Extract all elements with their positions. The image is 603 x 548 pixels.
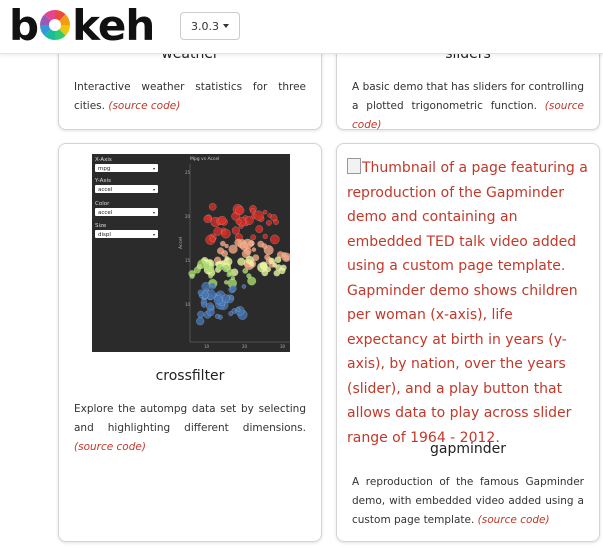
thumb-scatter-point [262,233,268,240]
gallery-card-crossfilter[interactable]: X-Axis mpg ▾ Y-Axis accel ▾ Color accel … [58,143,322,542]
thumb-scatter-point [197,310,205,318]
thumb-scatter-point [196,317,205,326]
thumb-y-tick: 20 [185,214,191,219]
thumb-scatter-point [226,268,233,275]
thumb-scatter-point [269,234,280,245]
bokeh-logo[interactable]: b keh [9,0,155,52]
svg-text:▾: ▾ [153,232,155,237]
thumb-scatter-point [239,242,249,251]
thumb-scatter-point [265,219,272,226]
control-label-size: Size [95,223,107,229]
thumb-x-tick: 30 [280,344,286,349]
version-dropdown[interactable]: 3.0.3 [180,12,240,40]
gallery-card-gapminder[interactable]: Thumbnail of a page featuring a reproduc… [336,143,600,542]
thumb-y-tick: 15 [185,258,191,263]
card-description-gapminder: A reproduction of the famous Gapminder d… [352,473,584,530]
thumb-scatter-point [261,269,269,277]
crossfilter-thumbnail-image: X-Axis mpg ▾ Y-Axis accel ▾ Color accel … [94,156,292,349]
thumb-scatter-point [262,209,268,215]
thumb-y-tick: 10 [185,302,191,307]
thumb-scatter-point [253,210,264,221]
thumb-scatter-point [235,205,245,216]
thumb-y-axis-label: Accel [178,237,184,249]
thumb-scatter-point [267,213,273,218]
control-label-y-axis: Y-Axis [94,178,111,184]
thumb-scatter-point [208,202,217,211]
thumb-scatter-point [251,247,257,252]
card-title-gapminder[interactable]: gapminder [337,441,599,457]
thumb-scatter-point [216,247,225,255]
svg-text:▾: ▾ [153,166,155,171]
thumb-scatter-point [201,301,207,308]
card-description-crossfilter: Explore the autompg data set by selectin… [74,400,306,457]
source-code-link[interactable]: (source code) [108,100,180,112]
thumb-scatter-point [221,294,231,303]
thumb-scatter-point [231,226,241,235]
thumb-scatter-point [242,267,249,274]
svg-text:▾: ▾ [153,210,155,215]
thumb-scatter-point [209,236,216,243]
thumb-scatter-point [208,273,214,279]
control-value-y-axis: accel [98,187,113,193]
thumb-scatter-point [260,262,268,271]
logo-letter-b: b [9,1,39,50]
broken-image-icon [347,158,361,174]
svg-text:▾: ▾ [153,187,155,192]
thumb-scatter-point [281,251,287,257]
thumb-scatter-point [229,284,237,292]
thumb-scatter-point [201,282,211,291]
thumbnail-alt-text: Thumbnail of a page featuring a reproduc… [347,160,588,446]
source-code-link[interactable]: (source code) [74,441,146,453]
top-navbar: b keh 3.0.3 [0,0,603,54]
card-title-crossfilter[interactable]: crossfilter [59,368,321,384]
thumb-scatter-point [213,227,223,236]
control-value-color: accel [98,210,113,216]
thumb-scatter-point [216,263,224,271]
thumb-scatter-point [235,307,241,312]
thumb-scatter-point [201,291,209,299]
control-label-color: Color [95,201,110,207]
thumb-scatter-point [229,295,235,300]
crossfilter-thumbnail[interactable]: X-Axis mpg ▾ Y-Axis accel ▾ Color accel … [92,154,292,352]
logo-letters-keh: keh [72,1,155,50]
thumb-scatter-point [217,215,227,225]
thumb-scatter-point [189,273,195,279]
thumb-scatter-point [237,257,246,266]
thumb-scatter-point [230,275,236,281]
control-value-x-axis: mpg [98,166,110,172]
thumb-scatter-point [261,243,268,249]
caret-down-icon [223,24,229,28]
thumb-scatter-point [221,228,231,239]
thumb-scatter-point [241,284,247,289]
thumb-scatter-point [205,302,215,311]
thumb-x-tick: 20 [242,344,248,349]
thumb-x-tick: 10 [204,344,210,349]
thumb-scatter-point [203,214,212,224]
thumb-scatter-point [235,218,242,225]
thumb-scatter-point [203,263,210,270]
card-description-weather: Interactive weather statistics for three… [74,78,306,116]
control-value-size: displ [98,232,111,238]
thumb-y-tick: 25 [185,170,191,175]
control-label-x-axis: X-Axis [95,157,112,163]
thumb-scatter-point [280,264,287,271]
gapminder-thumbnail-broken-image[interactable]: Thumbnail of a page featuring a reproduc… [347,156,591,450]
thumb-scatter-point [223,279,229,285]
bokeh-wheel-icon [40,10,71,40]
description-text: Explore the autompg data set by selectin… [74,403,306,434]
card-description-sliders: A basic demo that has sliders for contro… [352,78,584,135]
thumb-scatter-point [272,262,278,268]
thumb-scatter-point [249,261,255,267]
version-label: 3.0.3 [191,19,219,33]
thumb-scatter-point [250,234,257,241]
thumb-scatter-point [246,273,252,279]
thumb-scatter-point [214,313,220,319]
thumb-scatter-point [228,311,234,317]
thumb-scatter-points [188,202,292,326]
source-code-link[interactable]: (source code) [478,514,550,526]
thumb-scatter-point [255,225,264,234]
thumb-scatter-point [219,240,226,247]
thumb-plot-title: Mpg vs Accel [190,156,219,162]
thumb-scatter-point [274,256,282,264]
